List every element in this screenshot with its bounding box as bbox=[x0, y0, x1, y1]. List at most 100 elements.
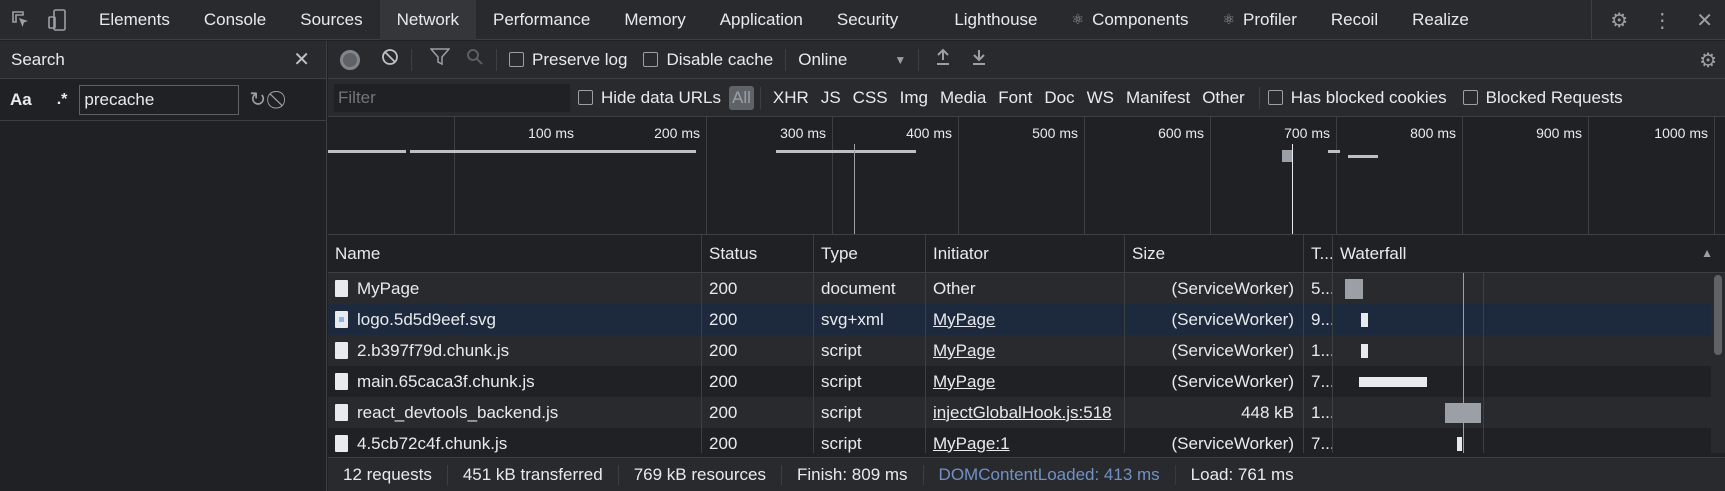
clear-log-icon[interactable] bbox=[381, 48, 399, 71]
blocked-requests-checkbox[interactable]: Blocked Requests bbox=[1462, 88, 1623, 108]
tab-sources[interactable]: Sources bbox=[283, 0, 379, 40]
waterfall-gridline bbox=[1483, 397, 1484, 428]
type-filter-all[interactable]: All bbox=[729, 85, 754, 110]
column-header-initiator[interactable]: Initiator bbox=[926, 234, 1125, 273]
scrollbar-thumb[interactable] bbox=[1714, 275, 1722, 355]
cell-initiator[interactable]: injectGlobalHook.js:518 bbox=[926, 397, 1125, 428]
close-devtools-icon[interactable]: ✕ bbox=[1696, 8, 1713, 33]
search-query-input[interactable] bbox=[79, 84, 240, 115]
type-filter-manifest[interactable]: Manifest bbox=[1120, 88, 1196, 108]
timeline-overview[interactable]: 100 ms 200 ms 300 ms 400 ms 500 ms 600 ms 700 … bbox=[328, 117, 1725, 235]
cell-initiator-text[interactable]: MyPage bbox=[933, 341, 995, 361]
filter-input[interactable] bbox=[334, 83, 570, 112]
type-filter-ws[interactable]: WS bbox=[1081, 88, 1120, 108]
match-case-toggle[interactable]: Aa bbox=[10, 90, 32, 110]
type-filter-js[interactable]: JS bbox=[815, 88, 847, 108]
checkbox-box[interactable] bbox=[1267, 90, 1283, 105]
checkbox-box[interactable] bbox=[643, 52, 659, 67]
cell-type: svg+xml bbox=[814, 304, 926, 335]
cell-time-text: 9... bbox=[1311, 309, 1333, 329]
tab-network[interactable]: Network bbox=[379, 0, 476, 40]
settings-gear-icon[interactable]: ⚙ bbox=[1610, 8, 1628, 33]
tab-label: Components bbox=[1092, 9, 1189, 29]
table-row[interactable]: react_devtools_backend.js 200 script inject… bbox=[328, 397, 1725, 428]
tab-realize[interactable]: Realize bbox=[1395, 0, 1486, 40]
tab-lighthouse[interactable]: Lighthouse bbox=[937, 0, 1054, 40]
close-search-icon[interactable]: ✕ bbox=[293, 47, 310, 72]
column-header-type[interactable]: Type bbox=[814, 234, 926, 273]
table-row[interactable]: main.65caca3f.chunk.js 200 script MyPage (Se… bbox=[328, 366, 1725, 397]
tab-elements[interactable]: Elements bbox=[82, 0, 187, 40]
image-icon bbox=[335, 311, 348, 328]
cell-size-text: (ServiceWorker) bbox=[1171, 309, 1294, 329]
cell-type-text: document bbox=[821, 278, 896, 298]
type-filter-img[interactable]: Img bbox=[894, 88, 934, 108]
column-header-size[interactable]: Size bbox=[1125, 234, 1304, 273]
tab-memory[interactable]: Memory bbox=[607, 0, 702, 40]
cell-time: 1... bbox=[1304, 397, 1333, 428]
column-header-name[interactable]: Name bbox=[328, 234, 702, 273]
cell-initiator-text[interactable]: MyPage bbox=[933, 310, 995, 330]
cell-size: (ServiceWorker) bbox=[1125, 304, 1304, 335]
hide-data-urls-checkbox[interactable]: Hide data URLs bbox=[578, 88, 721, 108]
type-filter-font[interactable]: Font bbox=[992, 88, 1038, 108]
column-header-waterfall[interactable]: Waterfall bbox=[1333, 235, 1725, 273]
type-filter-xhr[interactable]: XHR bbox=[767, 88, 815, 108]
column-header-time[interactable]: T... bbox=[1304, 234, 1333, 273]
checkbox-box[interactable] bbox=[578, 90, 593, 105]
tab-recoil[interactable]: Recoil bbox=[1314, 0, 1395, 40]
cell-name-text: 2.b397f79d.chunk.js bbox=[357, 340, 510, 360]
refresh-search-icon[interactable]: ↻ bbox=[249, 87, 266, 112]
import-har-icon[interactable] bbox=[935, 48, 951, 71]
type-filter-css[interactable]: CSS bbox=[847, 88, 894, 108]
record-button-icon[interactable] bbox=[340, 49, 360, 70]
table-row[interactable]: logo.5d5d9eef.svg 200 svg+xml MyPage (Servic… bbox=[328, 304, 1725, 335]
checkbox-box[interactable] bbox=[1462, 90, 1478, 105]
overview-request-block bbox=[1282, 150, 1292, 162]
export-har-icon[interactable] bbox=[971, 48, 987, 71]
checkbox-box[interactable] bbox=[509, 52, 524, 67]
cell-initiator[interactable]: MyPage bbox=[926, 304, 1125, 335]
cell-initiator[interactable]: MyPage bbox=[926, 335, 1125, 366]
tab-profiler[interactable]: ⚛ Profiler bbox=[1205, 0, 1313, 40]
table-row[interactable]: 2.b397f79d.chunk.js 200 script MyPage (Servi… bbox=[328, 335, 1725, 366]
type-filter-media[interactable]: Media bbox=[934, 88, 992, 108]
table-row[interactable]: MyPage 200 document Other (ServiceWorker) 5..… bbox=[328, 273, 1725, 304]
waterfall-gridline bbox=[1483, 366, 1484, 397]
load-time: Load: 761 ms bbox=[1190, 464, 1294, 484]
table-scrollbar[interactable] bbox=[1711, 273, 1725, 453]
tab-application[interactable]: Application bbox=[703, 0, 820, 40]
tab-label: Profiler bbox=[1243, 9, 1297, 29]
type-filter-doc[interactable]: Doc bbox=[1038, 88, 1080, 108]
document-icon bbox=[335, 404, 348, 421]
column-header-status[interactable]: Status bbox=[702, 234, 814, 273]
waterfall-bar bbox=[1361, 312, 1368, 327]
cell-initiator-text[interactable]: MyPage:1 bbox=[933, 434, 1010, 454]
filter-funnel-icon[interactable] bbox=[429, 48, 451, 71]
regex-toggle[interactable]: .* bbox=[57, 91, 68, 109]
more-options-icon[interactable]: ⋮ bbox=[1652, 8, 1672, 33]
tab-performance[interactable]: Performance bbox=[476, 0, 607, 40]
cell-initiator[interactable]: MyPage bbox=[926, 366, 1125, 397]
cell-initiator-text[interactable]: injectGlobalHook.js:518 bbox=[933, 403, 1112, 423]
network-settings-gear-icon[interactable]: ⚙ bbox=[1699, 48, 1717, 73]
type-filter-other[interactable]: Other bbox=[1196, 88, 1251, 108]
search-icon[interactable] bbox=[466, 48, 484, 71]
has-blocked-cookies-checkbox[interactable]: Has blocked cookies bbox=[1267, 88, 1447, 108]
inspect-element-icon[interactable] bbox=[10, 9, 32, 31]
cell-time: 7... bbox=[1304, 428, 1333, 453]
tab-components[interactable]: ⚛ Components bbox=[1055, 0, 1206, 40]
preserve-log-checkbox[interactable]: Preserve log bbox=[509, 50, 627, 70]
cell-status: 200 bbox=[702, 428, 814, 453]
cell-status: 200 bbox=[702, 335, 814, 366]
cell-initiator-text[interactable]: MyPage bbox=[933, 372, 995, 392]
waterfall-gridline bbox=[1483, 335, 1484, 366]
device-toolbar-icon[interactable] bbox=[46, 8, 68, 31]
cell-waterfall bbox=[1333, 273, 1711, 304]
tab-security[interactable]: Security bbox=[820, 0, 915, 40]
table-row[interactable]: 4.5cb72c4f.chunk.js 200 script MyPage:1 (Ser… bbox=[328, 428, 1725, 453]
disable-cache-checkbox[interactable]: Disable cache bbox=[643, 50, 773, 70]
tab-console[interactable]: Console bbox=[187, 0, 283, 40]
cell-initiator[interactable]: MyPage:1 bbox=[926, 428, 1125, 453]
throttling-select[interactable]: Online ▼ bbox=[798, 50, 906, 70]
